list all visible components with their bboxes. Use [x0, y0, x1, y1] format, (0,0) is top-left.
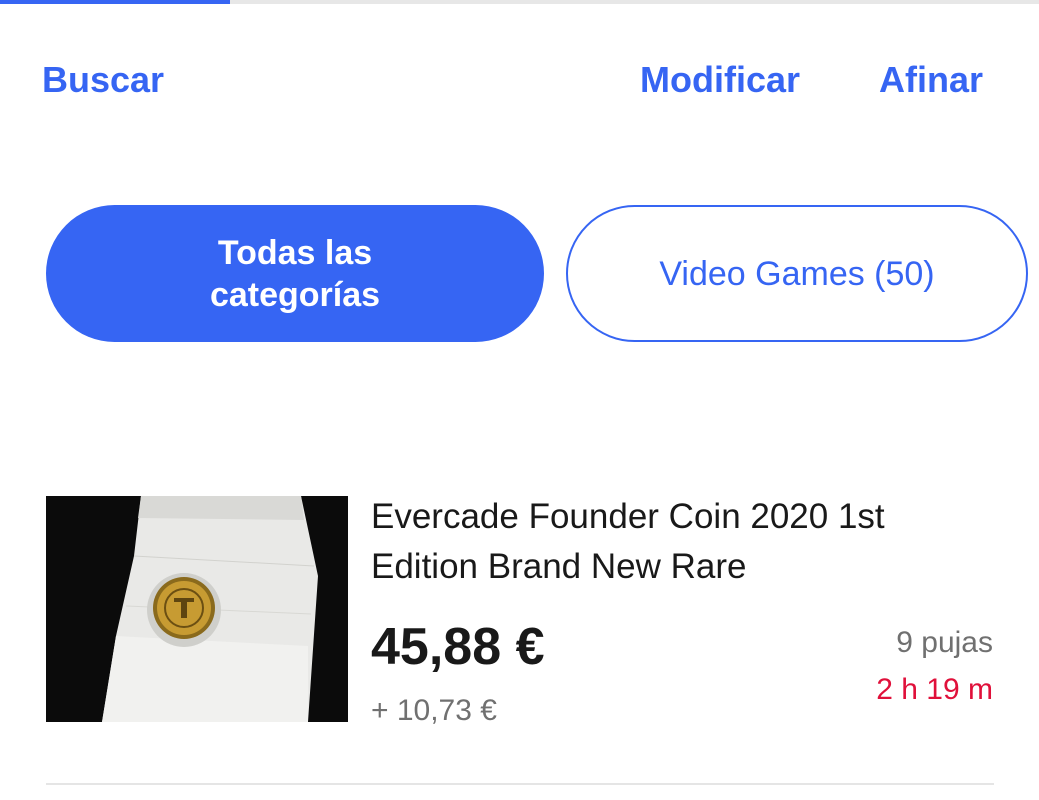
- category-pill-video-games[interactable]: Video Games (50): [566, 205, 1028, 342]
- listing-time-left: 2 h 19 m: [876, 673, 993, 706]
- listing-divider: [46, 783, 994, 785]
- modify-link[interactable]: Modificar: [640, 58, 800, 102]
- coin-photo-image: [46, 496, 348, 722]
- listing-title[interactable]: Evercade Founder Coin 2020 1st Edition B…: [371, 492, 991, 592]
- category-pill-all-label: Todas las categorías: [209, 233, 381, 314]
- listing-bid-count: 9 pujas: [896, 626, 993, 659]
- category-pill-all[interactable]: Todas las categorías: [46, 205, 544, 342]
- listing-item[interactable]: Evercade Founder Coin 2020 1st Edition B…: [0, 480, 1039, 780]
- search-results-screen: Buscar Modificar Afinar Todas las catego…: [0, 0, 1039, 800]
- refine-link[interactable]: Afinar: [879, 58, 983, 102]
- category-pill-video-games-label: Video Games (50): [659, 254, 935, 293]
- tab-indicator-active: [0, 0, 230, 4]
- listing-price: 45,88 €: [371, 618, 545, 676]
- search-link[interactable]: Buscar: [42, 58, 164, 102]
- listing-shipping-cost: + 10,73 €: [371, 694, 497, 727]
- listing-thumbnail[interactable]: [46, 496, 348, 722]
